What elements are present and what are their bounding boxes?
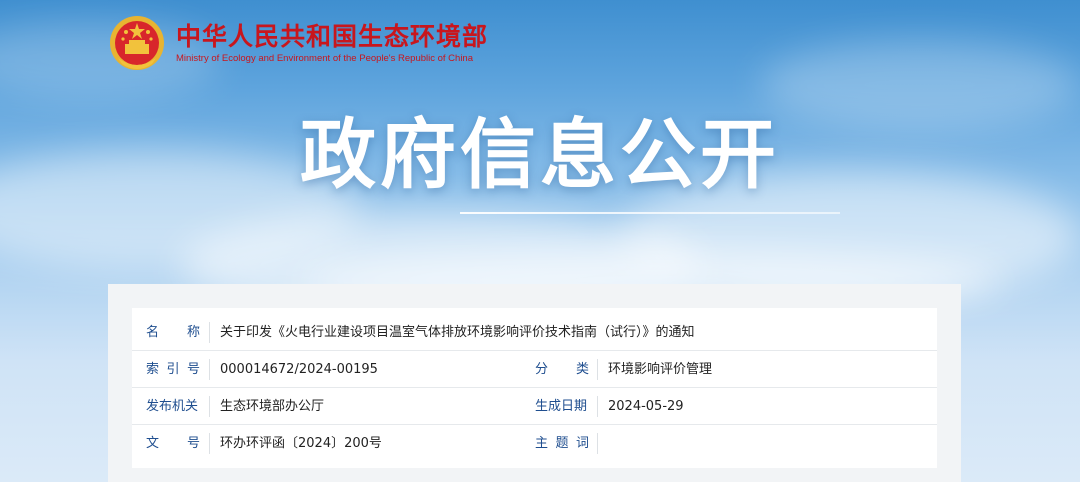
category-label: 分类 xyxy=(535,362,589,377)
row-publisher: 发布机关 生态环境部办公厅 生成日期 2024-05-29 xyxy=(132,388,937,425)
category-value: 环境影响评价管理 xyxy=(608,362,713,377)
docno-value: 环办环评函〔2024〕200号 xyxy=(220,436,382,451)
site-header: 中华人民共和国生态环境部 Ministry of Ecology and Env… xyxy=(108,14,488,72)
national-emblem-icon[interactable] xyxy=(108,14,166,72)
row-name: 名称 关于印发《火电行业建设项目温室气体排放环境影响评价技术指南（试行）》的通知 xyxy=(132,314,937,351)
info-panel: 名称 关于印发《火电行业建设项目温室气体排放环境影响评价技术指南（试行）》的通知… xyxy=(108,284,961,482)
publisher-value: 生态环境部办公厅 xyxy=(220,399,325,414)
index-label: 索引号 xyxy=(146,362,200,377)
date-label: 生成日期 xyxy=(535,399,588,414)
date-value: 2024-05-29 xyxy=(608,399,684,414)
index-value: 000014672/2024-00195 xyxy=(220,362,378,377)
row-index: 索引号 000014672/2024-00195 分类 环境影响评价管理 xyxy=(132,351,937,388)
docno-label: 文号 xyxy=(146,436,200,451)
page-title: 政府信息公开 xyxy=(300,110,780,199)
name-label: 名称 xyxy=(146,325,200,340)
name-value: 关于印发《火电行业建设项目温室气体排放环境影响评价技术指南（试行）》的通知 xyxy=(220,325,695,340)
title-underline xyxy=(460,212,840,214)
publisher-label: 发布机关 xyxy=(146,399,199,414)
row-docno: 文号 环办环评函〔2024〕200号 主题词 xyxy=(132,425,937,462)
org-name-en: Ministry of Ecology and Environment of t… xyxy=(176,53,474,64)
metadata-table: 名称 关于印发《火电行业建设项目温室气体排放环境影响评价技术指南（试行）》的通知… xyxy=(132,308,937,468)
subject-label: 主题词 xyxy=(535,436,589,451)
org-name-cn[interactable]: 中华人民共和国生态环境部 xyxy=(176,22,488,52)
